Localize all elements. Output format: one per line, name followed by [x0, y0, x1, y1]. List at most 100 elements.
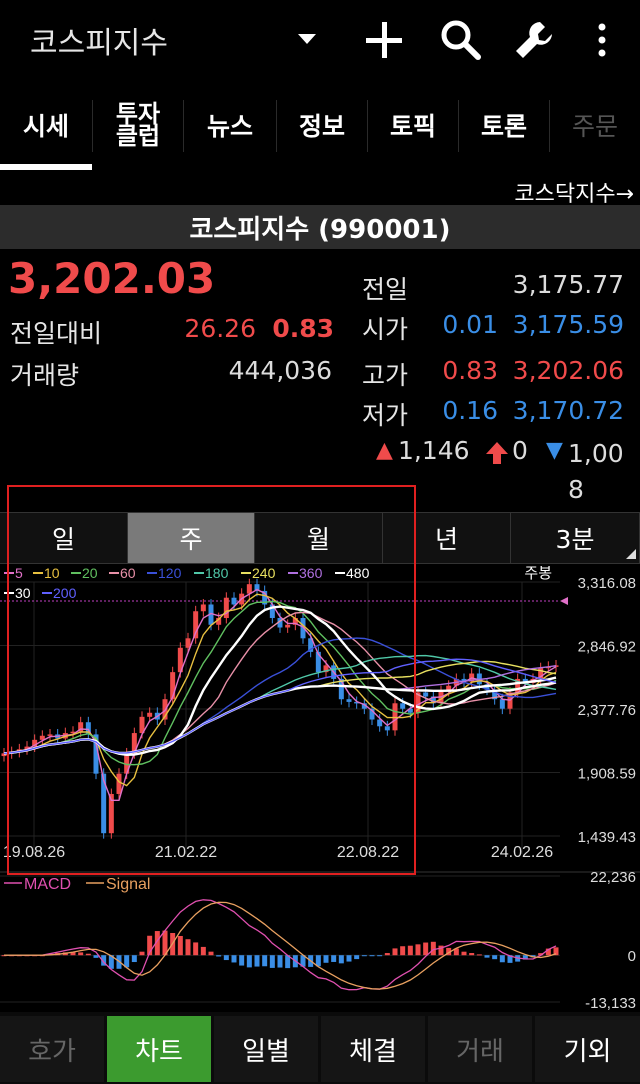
macd-histogram-bar: [346, 955, 352, 962]
candle-body: [499, 699, 505, 709]
macd-histogram-bar: [400, 946, 406, 956]
dropdown-icon[interactable]: [298, 34, 316, 44]
macd-tick-label: -13,133: [585, 995, 636, 1012]
candle-body: [384, 726, 390, 731]
macd-histogram-bar: [208, 951, 214, 956]
bottom-tab-foreign[interactable]: 기외: [535, 1016, 640, 1082]
macd-histogram-bar: [185, 939, 191, 956]
period-month[interactable]: 월: [255, 513, 383, 563]
add-icon[interactable]: [360, 16, 408, 64]
macd-histogram-bar: [461, 951, 467, 956]
macd-histogram-bar: [277, 955, 283, 968]
change-pct: 0.83: [272, 314, 334, 343]
low-pct: 0.16: [442, 396, 498, 425]
period-day[interactable]: 일: [0, 513, 128, 563]
macd-histogram-bar: [430, 941, 436, 956]
search-icon[interactable]: [436, 16, 484, 64]
macd-tick-label: 22,236: [590, 869, 636, 886]
period-selector: 일 주 월 년 3분: [0, 512, 640, 564]
candle-body: [392, 703, 398, 731]
tab-info[interactable]: 정보: [277, 92, 367, 158]
macd-histogram-bar: [384, 953, 390, 956]
volume-label: 거래량: [10, 361, 80, 390]
bottom-nav: 호가 차트 일별 체결 거래 기외: [0, 1012, 640, 1084]
volume-value: 444,036: [228, 356, 332, 385]
change-value: 26.26: [184, 314, 256, 343]
high-label: 고가: [362, 361, 409, 390]
candle-body: [285, 624, 291, 628]
tab-news[interactable]: 뉴스: [184, 92, 276, 158]
active-tab-indicator: [0, 164, 92, 170]
macd-histogram-bar: [78, 952, 84, 956]
index-name: 코스피지수 (990001): [0, 205, 640, 249]
high-value: 3,202.06: [512, 356, 624, 385]
macd-histogram-bar: [254, 955, 260, 967]
macd-histogram-bar: [331, 955, 337, 962]
ma-legend-label: 480: [346, 565, 370, 581]
candle-body: [400, 703, 406, 709]
macd-histogram-bar: [499, 955, 505, 963]
down-arrow-icon: ▼: [546, 438, 563, 463]
prev-value: 3,175.77: [512, 270, 624, 299]
low-label: 저가: [362, 401, 409, 430]
more-vertical-icon[interactable]: [578, 16, 626, 64]
change-label: 전일대비: [10, 319, 103, 348]
macd-histogram-bar: [177, 935, 183, 956]
macd-legend-label: Signal: [106, 876, 150, 893]
bottom-tab-volume[interactable]: 거래: [428, 1016, 532, 1082]
bottom-tab-daily[interactable]: 일별: [214, 1016, 318, 1082]
app-bar: 코스피지수: [0, 0, 640, 80]
ma-legend-label: 180: [205, 565, 229, 581]
wrench-icon[interactable]: [510, 16, 558, 64]
tab-price[interactable]: 시세: [0, 92, 92, 158]
macd-histogram-bar: [200, 946, 206, 956]
price-chart[interactable]: 3,316.08 2,846.92 2,377.76 1,908.59 1,439.43…: [0, 564, 640, 1012]
macd-tick-label: 0: [628, 948, 636, 965]
macd-histogram-bar: [323, 955, 329, 963]
ma-legend-label: 200: [53, 585, 77, 601]
tab-topic[interactable]: 토픽: [368, 92, 458, 158]
ma-legend-label: 120: [158, 565, 182, 581]
macd-histogram-bar: [407, 945, 413, 956]
macd-histogram-bar: [354, 955, 360, 960]
macd-histogram-bar: [262, 955, 268, 967]
macd-histogram-bar: [85, 953, 91, 956]
period-week[interactable]: 주: [128, 513, 255, 563]
macd-histogram-bar: [338, 955, 344, 964]
kosdaq-link[interactable]: 코스닥지수→: [514, 176, 634, 208]
bottom-tab-orderbook[interactable]: 호가: [0, 1016, 104, 1082]
current-price: 3,202.03: [8, 254, 216, 303]
tab-invest-club[interactable]: 투자 클럽: [93, 92, 183, 158]
page-title[interactable]: 코스피지수: [30, 18, 168, 62]
current-price-marker: [560, 597, 568, 605]
macd-histogram-bar: [423, 942, 429, 956]
macd-histogram-bar: [369, 955, 375, 957]
tab-discussion[interactable]: 토론: [459, 92, 549, 158]
candle-body: [346, 699, 352, 702]
ma-legend-label: 60: [120, 565, 136, 581]
candle-body: [101, 773, 107, 834]
ma-line-480: [3, 676, 557, 755]
bottom-tab-chart[interactable]: 차트: [107, 1016, 211, 1082]
ma-legend-label: 5: [15, 565, 23, 581]
limit-up-count: 0: [512, 436, 528, 465]
ma-line-200: [3, 658, 557, 755]
limit-up-arrow-icon: [486, 442, 508, 464]
period-3min[interactable]: 3분: [511, 513, 640, 563]
macd-histogram-bar: [231, 955, 237, 963]
candle-body: [246, 584, 252, 594]
tab-order[interactable]: 주문: [550, 92, 640, 158]
period-year[interactable]: 년: [383, 513, 511, 563]
ma-legend-label: 360: [299, 565, 323, 581]
bottom-tab-trades[interactable]: 체결: [321, 1016, 425, 1082]
low-value: 3,170.72: [512, 396, 624, 425]
macd-histogram-bar: [239, 955, 245, 966]
macd-histogram-bar: [484, 955, 490, 958]
ma-legend-label: 10: [44, 565, 60, 581]
macd-histogram-bar: [216, 955, 222, 957]
ma-legend-label: 30: [15, 585, 31, 601]
macd-histogram-bar: [492, 955, 498, 960]
ma-legend-label: 240: [252, 565, 276, 581]
ma-legend-label: 20: [82, 565, 98, 581]
main-tabs: 시세 투자 클럽 뉴스 정보 토픽 토론 주문: [0, 92, 640, 170]
